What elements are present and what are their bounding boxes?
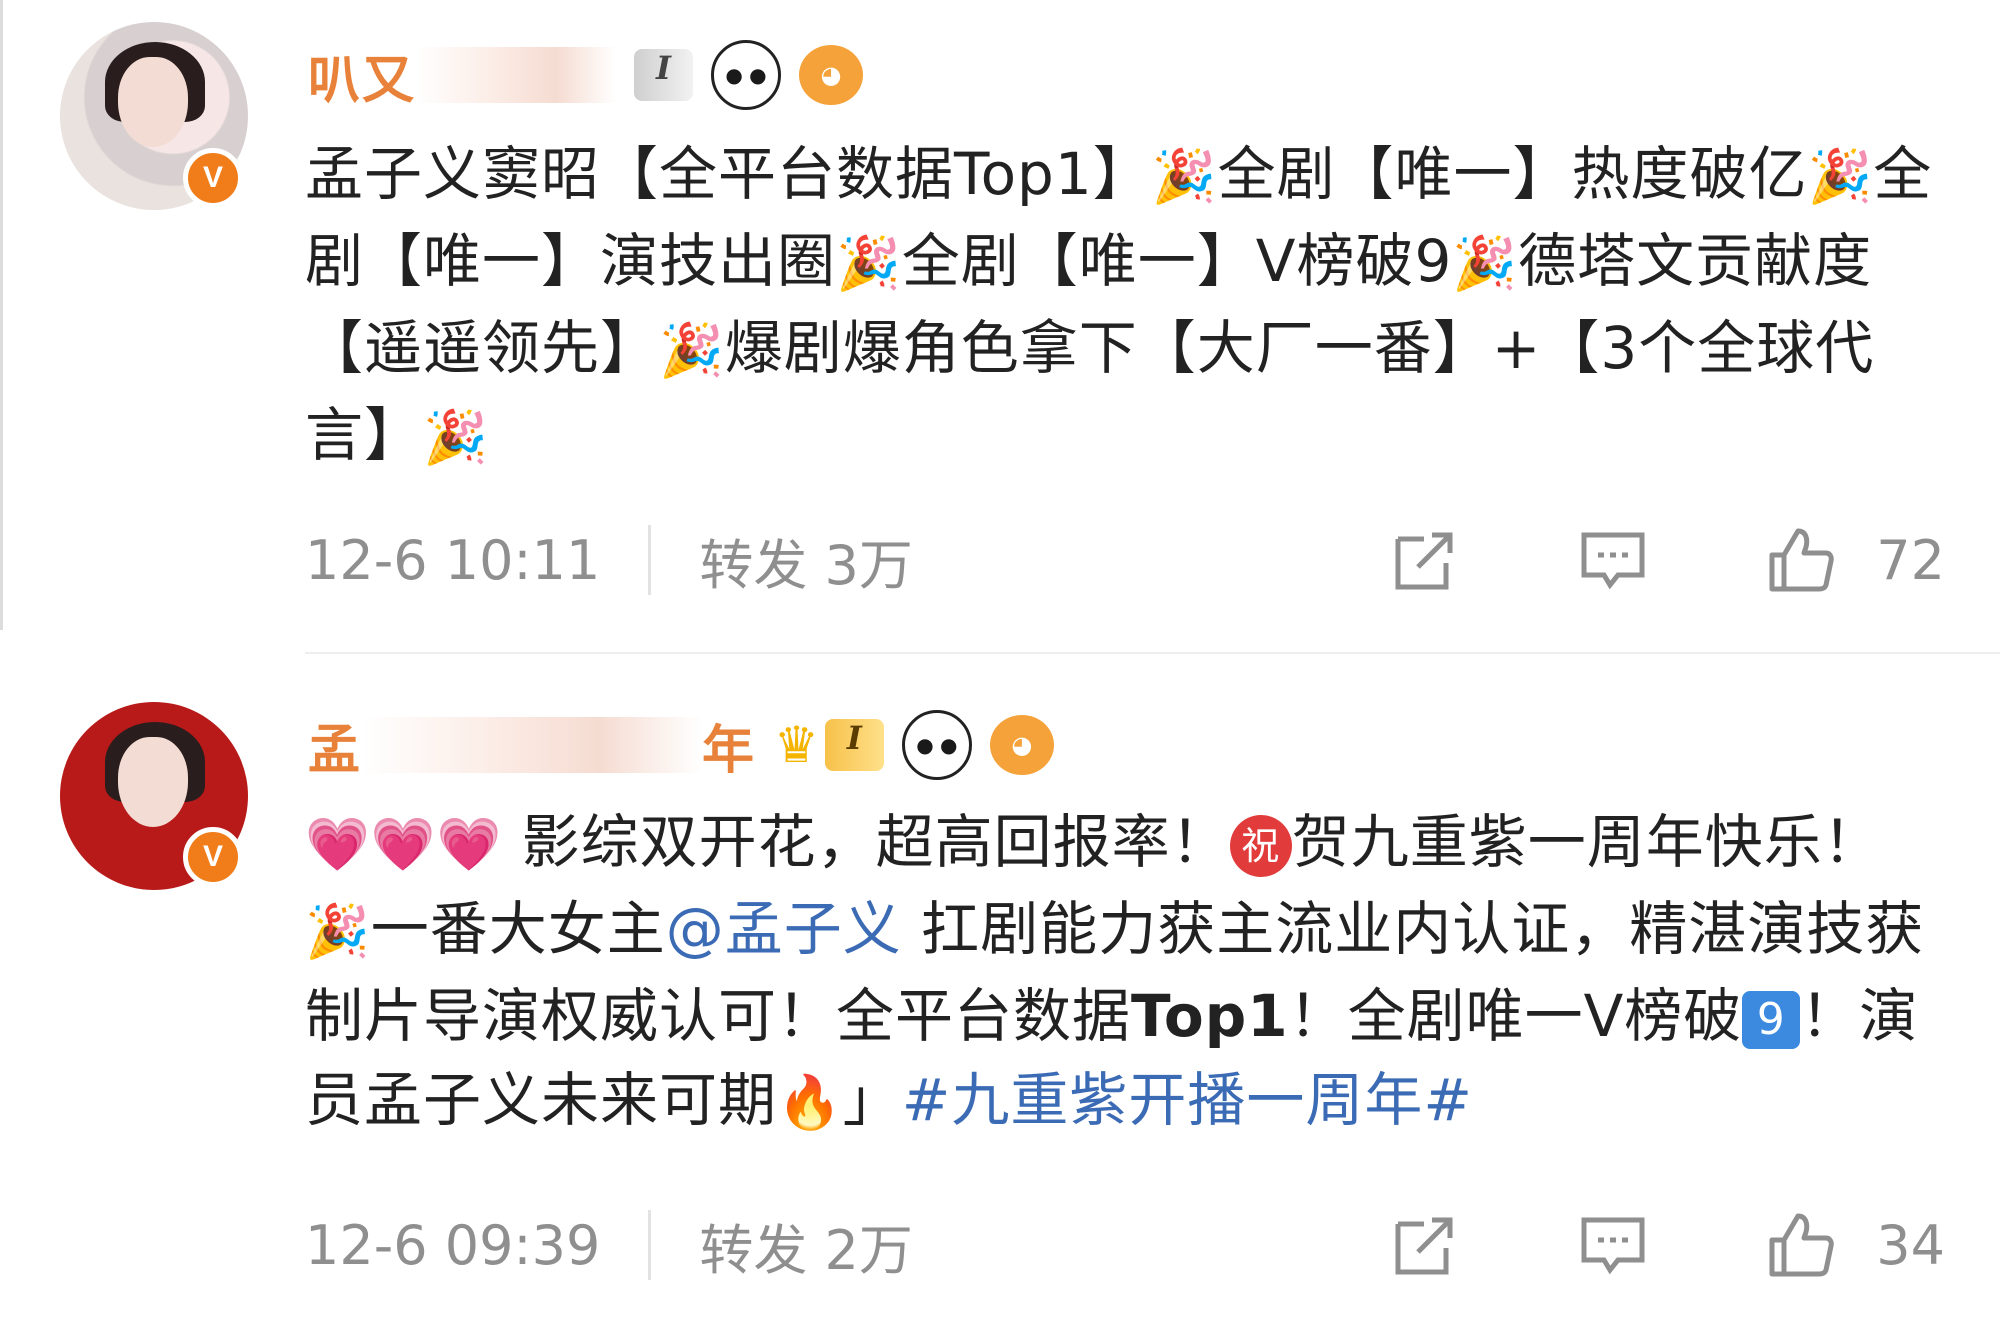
username-row: 叭 又 I ● ● ◕: [308, 35, 863, 115]
share-icon: [1395, 1217, 1453, 1275]
level-badge: I: [634, 49, 693, 101]
username[interactable]: 叭: [308, 38, 362, 113]
party-emoji-icon: 🎉: [1151, 147, 1218, 207]
comment-footer: 12-6 09:39 转发 2万 34: [305, 1205, 1945, 1285]
like-count: 72: [1876, 528, 1945, 592]
username-row: 孟 年 ♛ I ● ● ◕: [308, 705, 1054, 785]
left-divider: [0, 0, 3, 630]
like-button[interactable]: 34: [1766, 1210, 1945, 1280]
fish-badge-icon: ◕: [989, 715, 1054, 775]
share-button[interactable]: [1390, 1210, 1460, 1280]
fire-emoji-icon: 🔥: [777, 1073, 843, 1133]
verified-badge-icon: V: [183, 148, 243, 208]
username-blur: [362, 717, 703, 773]
party-emoji-icon: 🎉: [1452, 234, 1519, 294]
like-count: 34: [1876, 1213, 1945, 1277]
username-tail[interactable]: 又: [362, 38, 416, 113]
nine-emoji-icon: 9: [1742, 990, 1801, 1049]
party-emoji-icon: 🎉: [305, 902, 371, 962]
comment-text-segment: 孟子义窦昭【全平台数据Top1】: [305, 140, 1152, 208]
comment-footer: 12-6 10:11 转发 3万 72: [305, 520, 1945, 600]
repost-count[interactable]: 转发 3万: [699, 521, 913, 600]
timestamp: 12-6 09:39: [305, 1213, 601, 1277]
footer-separator: [648, 1210, 652, 1280]
comment-text-segment: 全剧【唯一】热度破亿: [1217, 140, 1808, 208]
hearts-emoji: 💗💗💗: [305, 815, 503, 875]
comment-icon: [1581, 1217, 1645, 1275]
comment-item: V 孟 年 ♛ I ● ● ◕ 💗💗💗 影综双开花，超高回报率！祝贺九重紫一周年…: [0, 665, 2000, 1328]
repost-count[interactable]: 转发 2万: [699, 1206, 913, 1285]
fish-badge-icon: ◕: [799, 45, 863, 105]
panda-badge-icon: ● ●: [901, 710, 972, 780]
zhu-emoji-icon: 祝: [1229, 814, 1292, 877]
username[interactable]: 孟: [308, 708, 362, 783]
comment-button[interactable]: [1578, 1210, 1648, 1280]
action-bar: 72: [1272, 525, 1945, 595]
action-bar: 34: [1272, 1210, 1945, 1280]
crown-icon: ♛: [774, 716, 819, 774]
comment-icon: [1581, 532, 1645, 590]
like-button[interactable]: 72: [1766, 525, 1945, 595]
like-icon: [1769, 1213, 1835, 1277]
party-emoji-icon: 🎉: [1807, 147, 1874, 207]
comment-item: V 叭 又 I ● ● ◕ 孟子义窦昭【全平台数据Top1】🎉全剧【唯一】热度破…: [0, 0, 2000, 654]
footer-separator: [648, 525, 652, 595]
level-badge: I: [824, 719, 884, 771]
verified-badge-icon: V: [183, 827, 243, 887]
party-emoji-icon: 🎉: [836, 234, 902, 294]
mention-link[interactable]: @孟子义: [666, 895, 902, 963]
party-emoji-icon: 🎉: [423, 408, 489, 468]
username-tail[interactable]: 年: [702, 708, 756, 783]
share-icon: [1395, 532, 1453, 590]
like-icon: [1769, 528, 1835, 592]
divider: [305, 652, 2000, 654]
timestamp: 12-6 10:11: [305, 528, 601, 592]
comment-text-segment: 全剧【唯一】V榜破9: [901, 227, 1453, 295]
comment-text: 💗💗💗 影综双开花，超高回报率！祝贺九重紫一周年快乐！🎉一番大女主@孟子义 扛剧…: [305, 808, 1925, 1134]
comment-text: 孟子义窦昭【全平台数据Top1】🎉全剧【唯一】热度破亿🎉全剧【唯一】演技出圈🎉全…: [305, 132, 1945, 480]
comment-button[interactable]: [1578, 525, 1648, 595]
panda-badge-icon: ● ●: [711, 40, 781, 110]
username-blur: [416, 47, 617, 103]
hashtag-link[interactable]: #九重紫开播一周年#: [902, 1066, 1473, 1134]
party-emoji-icon: 🎉: [659, 321, 725, 381]
share-button[interactable]: [1390, 525, 1460, 595]
